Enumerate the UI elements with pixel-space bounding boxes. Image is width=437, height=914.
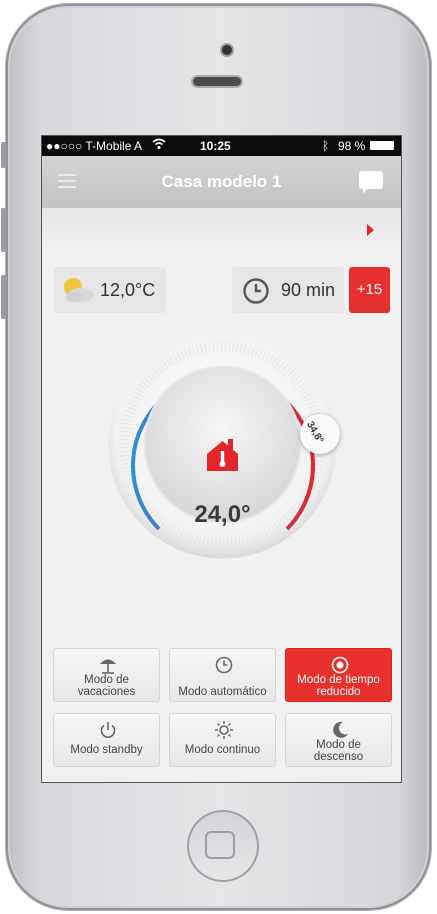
chat-icon[interactable] — [359, 171, 383, 194]
mode-setback-button[interactable]: Modo de descenso — [285, 713, 392, 767]
mode-label: Modo automático — [178, 686, 267, 698]
mode-continuous-button[interactable]: Modo continuo — [169, 713, 276, 767]
bluetooth-icon: ᛒ — [322, 139, 330, 153]
nav-bar: Casa modelo 1 — [42, 156, 401, 208]
timer-value: 90 min — [281, 280, 336, 300]
mode-label: Modo de descenso — [313, 739, 364, 763]
add-15-minutes-button[interactable]: +15 — [349, 267, 390, 313]
mode-standby-button[interactable]: Modo standby — [53, 713, 160, 767]
sub-bar — [42, 208, 401, 250]
mode-label: Modo de tiempo reducido — [297, 674, 380, 698]
front-camera — [222, 45, 232, 55]
partly-cloudy-icon — [60, 275, 96, 310]
timer-panel[interactable]: 90 min — [232, 267, 344, 313]
carrier-label: ●●○○○ T-Mobile A — [46, 139, 143, 153]
umbrella-icon — [98, 655, 118, 675]
mode-label: Modo continuo — [184, 744, 261, 756]
mode-automatic-button[interactable]: Modo automático — [169, 648, 276, 702]
target-icon — [330, 655, 350, 675]
mute-switch — [1, 142, 7, 168]
moon-icon — [330, 720, 350, 740]
earpiece-speaker — [193, 77, 241, 86]
mode-label: Modo de vacaciones — [77, 674, 136, 698]
home-square-icon — [205, 831, 235, 859]
sun-icon — [214, 720, 234, 740]
battery-icon — [370, 141, 394, 150]
clock-time: 10:25 — [200, 139, 231, 153]
clock-icon — [242, 277, 270, 310]
power-icon — [98, 720, 118, 740]
status-bar: ●●○○○ T-Mobile A 10:25 ᛒ 98 % — [42, 136, 401, 156]
mode-reduced-time-button[interactable]: Modo de tiempo reducido — [285, 648, 392, 702]
current-temperature: 24,0° — [194, 501, 251, 528]
setpoint-value: 34,8° — [304, 419, 326, 446]
mode-vacation-button[interactable]: Modo de vacaciones — [53, 648, 160, 702]
setpoint-badge[interactable]: 34,8° — [300, 414, 340, 454]
clock-icon — [214, 655, 234, 675]
volume-down-button — [1, 275, 7, 319]
mode-label: Modo standby — [70, 744, 143, 756]
outdoor-temperature-panel: 12,0°C — [54, 267, 166, 313]
page-title: Casa modelo 1 — [161, 172, 282, 191]
battery-label: 98 % — [338, 139, 366, 153]
app-screen: ●●○○○ T-Mobile A 10:25 ᛒ 98 % Casa model… — [41, 135, 402, 783]
wifi-icon — [152, 137, 166, 154]
outdoor-temperature: 12,0°C — [100, 280, 156, 300]
volume-up-button — [1, 208, 7, 252]
next-arrow-icon[interactable] — [367, 224, 374, 236]
